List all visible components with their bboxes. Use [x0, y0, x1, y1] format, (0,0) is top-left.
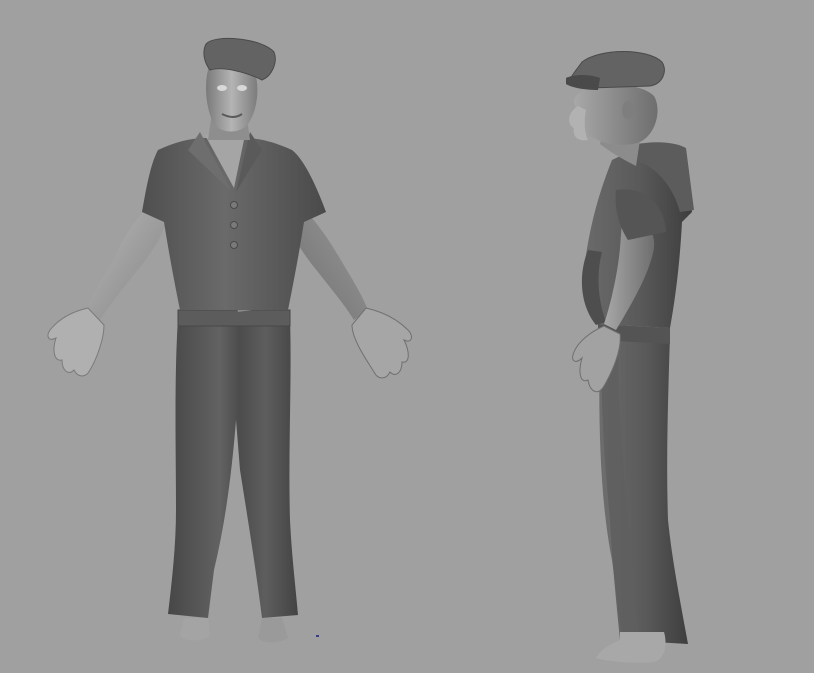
front-eye-right — [237, 85, 247, 91]
front-right-foot — [258, 618, 288, 643]
side-ear — [622, 101, 634, 119]
shirt-button-3 — [230, 241, 238, 249]
front-eye-left — [217, 85, 227, 91]
side-cap-visor — [566, 75, 600, 90]
side-foot — [596, 632, 666, 663]
viewport-marker — [316, 635, 319, 637]
front-view-model[interactable] — [47, 38, 412, 643]
side-view-model[interactable] — [566, 51, 694, 663]
shirt-button-2 — [230, 221, 238, 229]
3d-viewport[interactable] — [0, 0, 814, 673]
side-head — [574, 84, 658, 145]
front-belt — [177, 309, 291, 327]
front-right-hand — [351, 307, 412, 379]
front-left-hand — [47, 307, 105, 377]
front-pants — [168, 318, 298, 618]
shirt-button-1 — [230, 201, 238, 209]
front-left-foot — [180, 618, 210, 641]
viewport-canvas — [47, 38, 694, 663]
front-left-arm — [86, 205, 165, 320]
